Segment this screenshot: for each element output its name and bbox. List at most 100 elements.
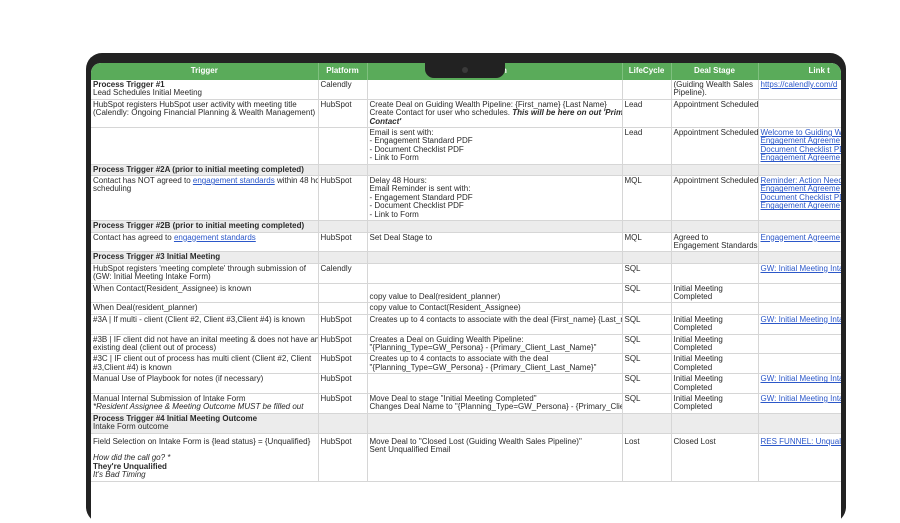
deal-stage-cell[interactable]: Closed Lost bbox=[671, 433, 759, 482]
deal-stage-cell[interactable]: Initial Meeting Completed bbox=[671, 373, 759, 394]
platform-cell[interactable] bbox=[318, 127, 368, 165]
section-title[interactable]: Process Trigger #2A (prior to initial me… bbox=[91, 164, 319, 177]
link-cell[interactable] bbox=[758, 334, 841, 355]
lifecycle-cell[interactable]: SQL bbox=[622, 283, 672, 304]
action-cell[interactable]: copy value to Contact(Resident_Assignee) bbox=[367, 302, 623, 315]
trigger-cell[interactable]: Manual Internal Submission of Intake For… bbox=[91, 393, 319, 414]
platform-cell[interactable]: HubSpot bbox=[318, 334, 368, 355]
lifecycle-cell[interactable] bbox=[622, 302, 672, 315]
deal-stage-cell[interactable]: (Guiding Wealth Sales Pipeline). bbox=[671, 80, 759, 100]
link-cell[interactable] bbox=[758, 302, 841, 315]
action-cell[interactable] bbox=[367, 80, 623, 100]
link-cell[interactable]: GW: Initial Meeting Inta bbox=[758, 393, 842, 414]
lifecycle-cell[interactable]: SQL bbox=[622, 314, 672, 335]
action-cell[interactable]: Create Deal on Guiding Wealth Pipeline: … bbox=[367, 99, 623, 129]
platform-cell[interactable]: HubSpot bbox=[318, 175, 368, 222]
link-cell[interactable]: RES FUNNEL: Unquali bbox=[758, 433, 842, 482]
action-cell[interactable]: Creates up to 4 contacts to associate wi… bbox=[367, 353, 623, 375]
deal-stage-cell[interactable] bbox=[671, 302, 759, 315]
trigger-cell[interactable] bbox=[91, 127, 319, 165]
platform-cell[interactable]: HubSpot bbox=[318, 373, 368, 394]
engagement-agreement-link[interactable]: Engagement Agreeme bbox=[761, 201, 842, 210]
platform-cell[interactable]: HubSpot bbox=[318, 353, 368, 375]
unqualified-funnel-link[interactable]: RES FUNNEL: Unquali bbox=[761, 437, 842, 446]
trigger-cell[interactable]: Contact has agreed to engagement standar… bbox=[91, 232, 319, 253]
lifecycle-cell[interactable]: Lost bbox=[622, 433, 672, 482]
section-title[interactable]: Process Trigger #3 Initial Meeting bbox=[91, 251, 319, 264]
platform-cell[interactable]: HubSpot bbox=[318, 314, 368, 335]
lifecycle-cell[interactable]: SQL bbox=[622, 373, 672, 394]
engagement-agreement-link[interactable]: Engagement Agreeme bbox=[761, 153, 842, 162]
lifecycle-cell[interactable]: SQL bbox=[622, 334, 672, 355]
intake-form-link[interactable]: GW: Initial Meeting Inta bbox=[761, 394, 842, 403]
platform-cell[interactable]: HubSpot bbox=[318, 232, 368, 253]
platform-cell[interactable]: HubSpot bbox=[318, 99, 368, 129]
link-cell[interactable]: Welcome to Guiding W Engagement Agreeme Do… bbox=[758, 127, 842, 165]
deal-stage-cell[interactable]: Initial Meeting Completed bbox=[671, 353, 759, 375]
action-cell[interactable] bbox=[367, 263, 623, 284]
link-cell[interactable] bbox=[758, 99, 841, 129]
deal-stage-cell[interactable]: Initial Meeting Completed bbox=[671, 314, 759, 335]
link-cell[interactable]: Reminder: Action Need Engagement Agreeme D… bbox=[758, 175, 842, 222]
link-cell[interactable] bbox=[758, 283, 841, 304]
lifecycle-cell[interactable]: SQL bbox=[622, 393, 672, 414]
platform-cell[interactable] bbox=[318, 283, 368, 304]
deal-stage-cell[interactable]: Appointment Scheduled bbox=[671, 99, 759, 129]
action-cell[interactable]: Email is sent with: - Engagement Standard… bbox=[367, 127, 623, 165]
trigger-cell[interactable]: HubSpot registers HubSpot user activity … bbox=[91, 99, 319, 129]
lifecycle-cell[interactable] bbox=[622, 80, 672, 100]
trigger-cell[interactable]: #3C | IF client out of process has multi… bbox=[91, 353, 319, 375]
section-title[interactable]: Process Trigger #4 Initial Meeting Outco… bbox=[91, 413, 319, 434]
deal-stage-cell[interactable]: Initial Meeting Completed bbox=[671, 393, 759, 414]
intake-form-link[interactable]: GW: Initial Meeting Inta bbox=[761, 374, 842, 383]
lifecycle-cell[interactable]: SQL bbox=[622, 353, 672, 375]
platform-cell[interactable]: HubSpot bbox=[318, 393, 368, 414]
action-cell[interactable]: copy value to Deal(resident_planner) bbox=[367, 283, 623, 304]
engagement-standards-link[interactable]: engagement standards bbox=[174, 233, 256, 242]
trigger-cell[interactable]: Field Selection on Intake Form is {lead … bbox=[91, 433, 319, 482]
link-cell[interactable] bbox=[758, 353, 841, 375]
lifecycle-cell[interactable]: MQL bbox=[622, 175, 672, 222]
deal-stage-cell[interactable] bbox=[671, 263, 759, 284]
lifecycle-cell[interactable]: Lead bbox=[622, 127, 672, 165]
trigger-cell[interactable]: Contact has NOT agreed to engagement sta… bbox=[91, 175, 319, 222]
link-cell[interactable]: GW: Initial Meeting Inta bbox=[758, 263, 842, 284]
platform-cell[interactable] bbox=[318, 302, 368, 315]
trigger-cell[interactable]: HubSpot registers 'meeting complete' thr… bbox=[91, 263, 319, 284]
trigger-cell[interactable]: Manual Use of Playbook for notes (if nec… bbox=[91, 373, 319, 394]
trigger-cell[interactable]: When Contact(Resident_Assignee) is known bbox=[91, 283, 319, 304]
trigger-cell[interactable]: #3A | If multi - client (Client #2, Clie… bbox=[91, 314, 319, 335]
lifecycle-cell[interactable]: MQL bbox=[622, 232, 672, 253]
deal-stage-cell[interactable]: Initial Meeting Completed bbox=[671, 334, 759, 355]
action-cell[interactable]: Creates up to 4 contacts to associate wi… bbox=[367, 314, 623, 335]
deal-stage-cell[interactable]: Agreed to Engagement Standards bbox=[671, 232, 759, 253]
section-title[interactable]: Process Trigger #2B (prior to initial me… bbox=[91, 220, 319, 233]
trigger-cell[interactable]: #3B | IF client did not have an inital m… bbox=[91, 334, 319, 355]
deal-stage-cell[interactable]: Appointment Scheduled bbox=[671, 175, 759, 222]
action-cell[interactable]: Creates a Deal on Guiding Wealth Pipelin… bbox=[367, 334, 623, 355]
link-cell[interactable]: Engagement Agreeme bbox=[758, 232, 841, 253]
action-cell[interactable]: Delay 48 Hours: Email Reminder is sent wi… bbox=[367, 175, 623, 222]
trigger-cell[interactable]: When Deal(resident_planner) bbox=[91, 302, 319, 315]
intake-form-link[interactable]: GW: Initial Meeting Inta bbox=[761, 264, 842, 273]
platform-cell[interactable]: Calendly bbox=[318, 263, 368, 284]
platform-cell[interactable]: Calendly bbox=[318, 80, 368, 100]
deal-stage-cell[interactable]: Appointment Scheduled bbox=[671, 127, 759, 165]
intake-form-link[interactable]: GW: Initial Meeting Inta bbox=[761, 315, 842, 324]
column-header-platform[interactable]: Platform bbox=[318, 63, 368, 80]
action-cell[interactable]: Set Deal Stage to bbox=[367, 232, 623, 253]
engagement-agreement-link[interactable]: Engagement Agreeme bbox=[761, 233, 841, 242]
action-cell[interactable]: Move Deal to "Closed Lost (Guiding Wealt… bbox=[367, 433, 623, 482]
link-cell[interactable]: GW: Initial Meeting Inta bbox=[758, 373, 842, 394]
deal-stage-cell[interactable]: Initial Meeting Completed bbox=[671, 283, 759, 304]
action-cell[interactable] bbox=[367, 373, 623, 394]
column-header-lifecycle[interactable]: LifeCycle bbox=[622, 63, 672, 80]
engagement-standards-link[interactable]: engagement standards bbox=[193, 176, 275, 185]
action-cell[interactable]: Move Deal to stage "Initial Meeting Comp… bbox=[367, 393, 623, 414]
platform-cell[interactable]: HubSpot bbox=[318, 433, 368, 482]
column-header-trigger[interactable]: Trigger bbox=[91, 63, 319, 80]
calendly-link[interactable]: https://calendly.com/d bbox=[761, 80, 838, 89]
lifecycle-cell[interactable]: SQL bbox=[622, 263, 672, 284]
column-header-link[interactable]: Link t bbox=[758, 63, 841, 80]
link-cell[interactable]: https://calendly.com/d bbox=[758, 80, 841, 100]
